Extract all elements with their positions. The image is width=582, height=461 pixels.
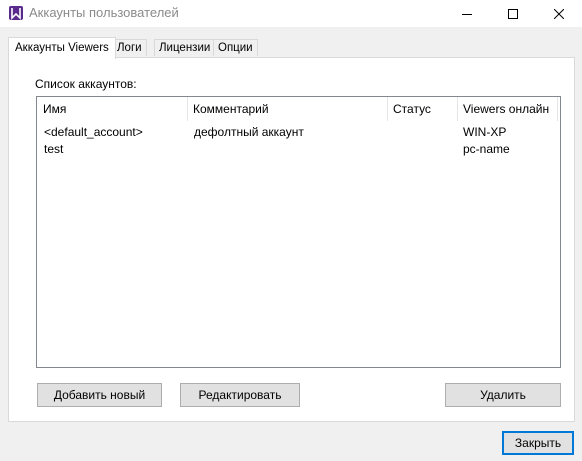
delete-button[interactable]: Удалить [445,383,561,407]
app-icon [8,5,24,21]
minimize-icon [462,13,472,15]
window-title: Аккаунты пользователей [29,5,179,20]
cell-status [387,141,457,158]
maximize-button[interactable] [490,0,536,27]
table-row[interactable]: test pc-name [37,141,560,158]
column-header-status[interactable]: Статус [387,97,457,121]
cell-viewers-online: WIN-XP [463,125,507,139]
maximize-icon [508,8,518,19]
edit-button[interactable]: Редактировать [180,383,300,407]
close-button[interactable] [536,0,582,27]
tab-logs[interactable]: Логи [112,39,147,56]
close-dialog-button[interactable]: Закрыть [502,431,574,455]
tab-panel: Список аккаунтов: Имя Комментарий Статус… [8,57,575,422]
cell-comment [187,141,387,158]
cell-viewers-online: pc-name [463,142,510,156]
title-bar[interactable]: Аккаунты пользователей [0,0,582,27]
add-new-button[interactable]: Добавить новый [37,383,162,407]
table-row[interactable]: <default_account> дефолтный аккаунт WIN-… [37,124,560,141]
cell-status [387,124,457,141]
accounts-list[interactable]: Имя Комментарий Статус Viewers онлайн <d… [36,96,561,368]
minimize-button[interactable] [444,0,490,27]
tab-viewers-accounts[interactable]: Аккаунты Viewers [8,37,116,59]
list-header: Имя Комментарий Статус Viewers онлайн [37,97,560,121]
tab-licenses[interactable]: Лицензии [154,39,216,56]
cell-name: <default_account> [44,125,143,139]
tab-options[interactable]: Опции [213,39,258,56]
cell-comment: дефолтный аккаунт [194,125,304,139]
column-separator[interactable] [557,97,558,121]
close-icon [554,8,564,19]
accounts-list-label: Список аккаунтов: [35,77,137,91]
cell-name: test [44,142,64,156]
column-header-name[interactable]: Имя [37,97,187,121]
column-header-viewers-online[interactable]: Viewers онлайн [457,97,557,121]
column-header-comment[interactable]: Комментарий [187,97,387,121]
